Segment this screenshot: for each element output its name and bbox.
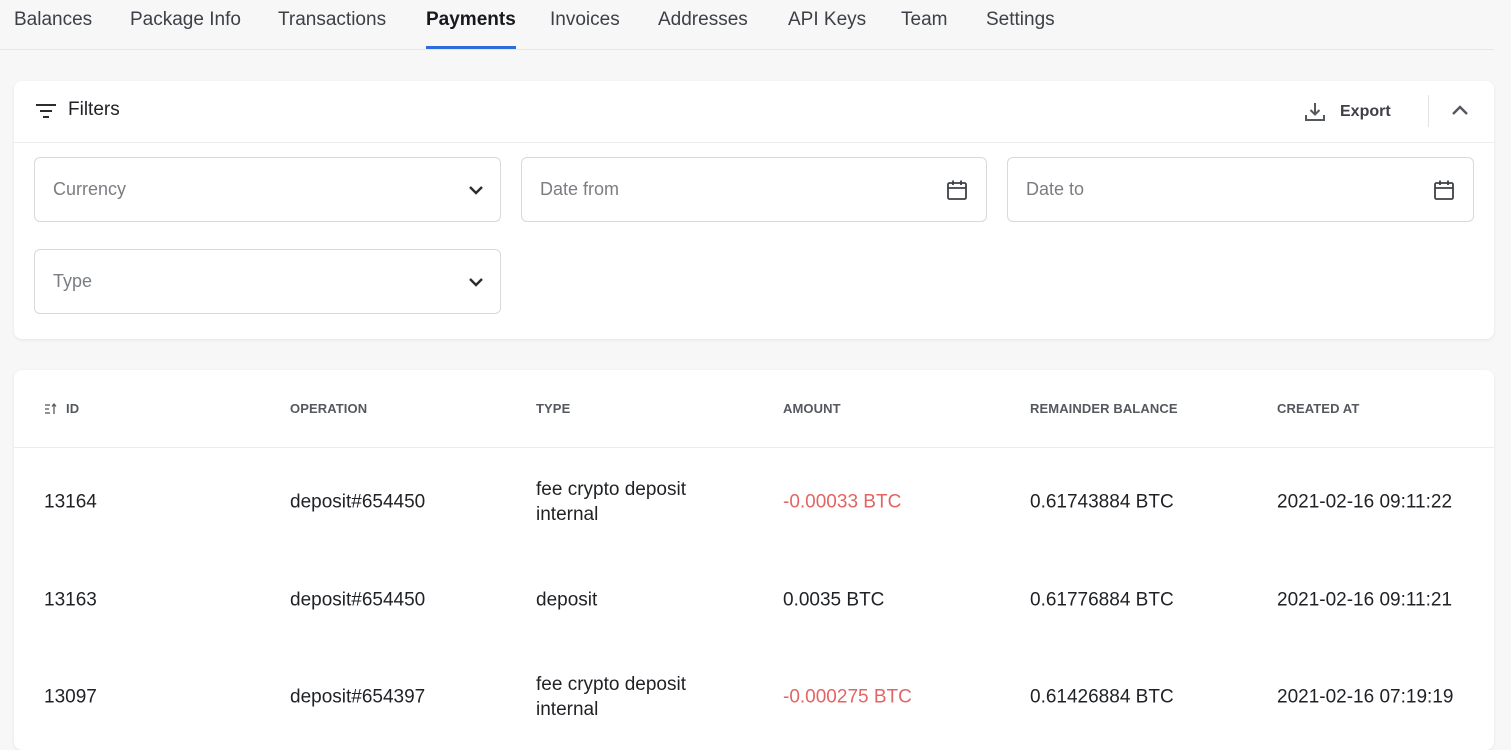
cell-remainder-balance: 0.61776884 BTC <box>1030 589 1174 611</box>
cell-created-at: 2021-02-16 09:11:21 <box>1277 589 1453 611</box>
calendar-icon <box>947 180 967 200</box>
cell-amount: 0.0035 BTC <box>783 589 885 611</box>
tab-addresses[interactable]: Addresses <box>658 0 748 49</box>
tab-team[interactable]: Team <box>901 0 947 49</box>
currency-placeholder: Currency <box>53 179 127 199</box>
column-header-id-label: ID <box>66 401 80 416</box>
tab-transactions[interactable]: Transactions <box>278 0 386 49</box>
date-from-field[interactable]: Date from <box>521 157 987 222</box>
date-from-placeholder: Date from <box>540 179 620 199</box>
tab-settings[interactable]: Settings <box>986 0 1055 49</box>
tab-balances[interactable]: Balances <box>14 0 92 49</box>
cell-amount: -0.000275 BTC <box>783 686 912 708</box>
cell-operation: deposit#654397 <box>290 686 426 708</box>
type-select[interactable]: Type <box>34 249 501 314</box>
cell-type: fee crypto deposit internal <box>536 674 686 720</box>
tab-bar: Balances Package Info Transactions Payme… <box>0 0 1494 50</box>
cell-remainder-balance: 0.61743884 BTC <box>1030 491 1174 513</box>
currency-select[interactable]: Currency <box>34 157 501 222</box>
cell-type: fee crypto deposit internal <box>536 479 686 525</box>
payments-table: ID OPERATION TYPE AMOUNT REMAINDER BALAN… <box>14 370 1494 750</box>
cell-remainder-balance: 0.61426884 BTC <box>1030 686 1174 708</box>
column-header-id[interactable]: ID <box>44 401 79 416</box>
calendar-icon <box>1434 180 1454 200</box>
cell-type: deposit <box>536 589 598 611</box>
filters-header: Filters Export <box>14 81 1494 143</box>
table-header: ID OPERATION TYPE AMOUNT REMAINDER BALAN… <box>14 370 1494 448</box>
date-to-placeholder: Date to <box>1026 179 1085 199</box>
filter-lines-icon <box>36 104 56 118</box>
chevron-up-icon[interactable] <box>1448 99 1472 123</box>
export-button[interactable]: Export <box>1304 97 1391 127</box>
filters-title: Filters <box>68 99 120 120</box>
chevron-down-icon <box>469 278 483 287</box>
date-to-field[interactable]: Date to <box>1007 157 1474 222</box>
tab-api-keys[interactable]: API Keys <box>788 0 866 49</box>
tab-invoices[interactable]: Invoices <box>550 0 620 49</box>
sort-icon <box>45 402 57 414</box>
column-header-operation: OPERATION <box>290 401 368 416</box>
column-header-remainder-balance: REMAINDER BALANCE <box>1030 401 1178 416</box>
cell-id: 13164 <box>44 491 97 513</box>
cell-id: 13097 <box>44 686 97 708</box>
cell-operation: deposit#654450 <box>290 589 426 611</box>
column-header-amount: AMOUNT <box>783 401 841 416</box>
header-divider <box>1428 95 1429 127</box>
cell-id: 13163 <box>44 589 97 611</box>
type-placeholder: Type <box>53 271 93 291</box>
column-header-created-at: CREATED AT <box>1277 401 1360 416</box>
cell-created-at: 2021-02-16 09:11:22 <box>1277 491 1453 513</box>
filters-panel: Filters Export Currency Date from Date t… <box>14 81 1494 339</box>
tab-payments[interactable]: Payments <box>426 0 516 49</box>
cell-created-at: 2021-02-16 07:19:19 <box>1277 686 1454 708</box>
chevron-down-icon <box>469 186 483 195</box>
column-header-type: TYPE <box>536 401 571 416</box>
tab-package-info[interactable]: Package Info <box>130 0 241 49</box>
download-icon <box>1305 103 1325 121</box>
export-label: Export <box>1340 103 1391 120</box>
cell-amount: -0.00033 BTC <box>783 491 902 513</box>
cell-operation: deposit#654450 <box>290 491 426 513</box>
